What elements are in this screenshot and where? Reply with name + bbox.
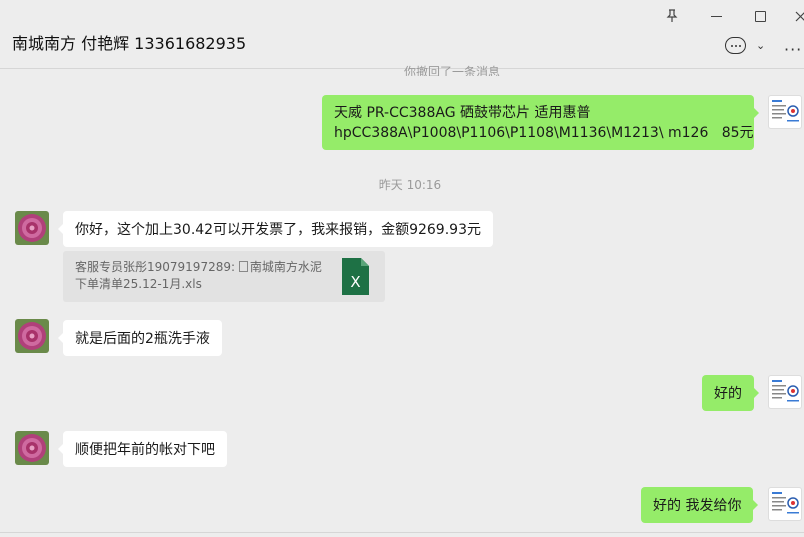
avatar[interactable] bbox=[768, 487, 802, 521]
chevron-down-icon: ⌄ bbox=[756, 39, 766, 52]
avatar[interactable] bbox=[15, 319, 49, 353]
message-text: 好的 bbox=[714, 386, 742, 402]
excel-file-icon[interactable]: X bbox=[342, 258, 369, 295]
message-bubble[interactable]: 就是后面的2瓶洗手液 bbox=[58, 320, 222, 356]
timestamp: 昨天 10:16 bbox=[378, 178, 442, 192]
message-text: 你好，这个加上30.42可以开发票了，我来报销，金额9269.93元 bbox=[75, 222, 481, 238]
chat-menu-button[interactable]: ⌄ bbox=[725, 37, 765, 54]
close-icon[interactable] bbox=[789, 6, 804, 26]
title-bar: 南城南方 付艳辉 13361682935 ⌄ ··· bbox=[0, 0, 804, 69]
message-bubble[interactable]: 顺便把年前的帐对下吧 bbox=[58, 431, 227, 467]
avatar[interactable] bbox=[15, 211, 49, 245]
message-bubble[interactable]: 你好，这个加上30.42可以开发票了，我来报销，金额9269.93元 bbox=[58, 211, 493, 247]
message-bubble[interactable]: 天威 PR-CC388AG 硒鼓带芯片 适用惠普 hpCC388A\P1008\… bbox=[322, 95, 759, 150]
file-icon bbox=[238, 261, 248, 272]
message-text: 好的 我发给你 bbox=[653, 498, 742, 514]
chat-bubble-icon bbox=[725, 37, 746, 54]
quoted-message[interactable]: 客服专员张彤19079197289: 南城南方水泥下单清单25.12-1月.xl… bbox=[63, 251, 385, 302]
quote-sender: 客服专员张彤19079197289: bbox=[75, 260, 239, 274]
avatar[interactable] bbox=[768, 375, 802, 409]
svg-text:X: X bbox=[350, 273, 360, 291]
avatar[interactable] bbox=[15, 431, 49, 465]
message-bubble[interactable]: 好的 bbox=[702, 375, 759, 411]
avatar[interactable] bbox=[768, 95, 802, 129]
maximize-icon[interactable] bbox=[749, 6, 771, 26]
message-text: 天威 PR-CC388AG 硒鼓带芯片 适用惠普 hpCC388A\P1008\… bbox=[334, 105, 754, 141]
more-icon[interactable]: ··· bbox=[784, 40, 802, 59]
message-bubble[interactable]: 好的 我发给你 bbox=[641, 487, 759, 523]
pin-icon[interactable] bbox=[661, 6, 683, 26]
message-text: 就是后面的2瓶洗手液 bbox=[75, 331, 210, 347]
message-text: 顺便把年前的帐对下吧 bbox=[75, 442, 215, 458]
recall-notice: 你撤回了一条消息 bbox=[403, 65, 500, 76]
minimize-icon[interactable] bbox=[705, 6, 727, 26]
input-divider bbox=[0, 532, 804, 533]
chat-title: 南城南方 付艳辉 13361682935 bbox=[12, 34, 247, 53]
